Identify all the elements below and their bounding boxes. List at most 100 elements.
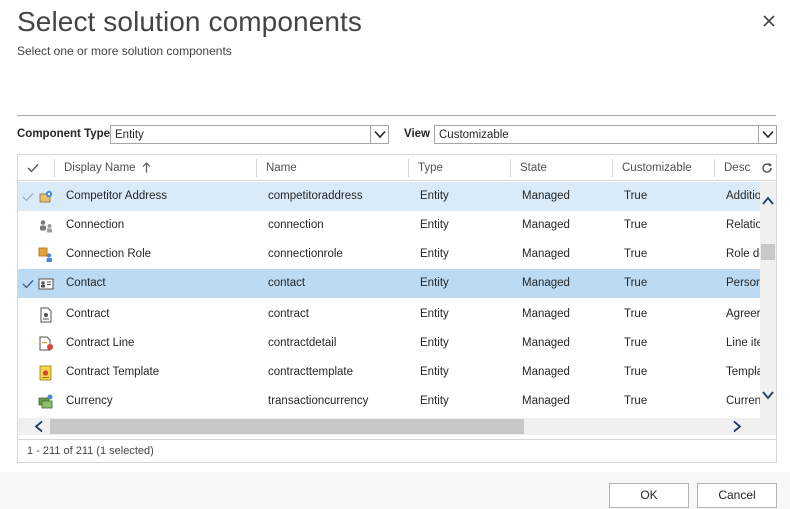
contract-template-icon: [39, 365, 52, 381]
select-all-checkbox[interactable]: [21, 155, 51, 181]
table-row[interactable]: Connection connection Entity Managed True Rel…: [18, 211, 760, 240]
cell-display-name: Competitor Address: [66, 190, 167, 202]
cell-type: Entity: [420, 190, 449, 202]
table-row[interactable]: Connection Role connectionrole Entity Manag…: [18, 240, 760, 269]
contract-line-icon: [39, 336, 53, 351]
ok-button[interactable]: OK: [609, 483, 689, 508]
component-type-value: Entity: [115, 129, 144, 141]
vertical-scroll-thumb[interactable]: [761, 244, 775, 260]
chevron-left-icon: [34, 420, 43, 433]
cell-description: Person: [726, 277, 760, 289]
cell-name: contractdetail: [268, 337, 337, 349]
component-type-select[interactable]: Entity: [110, 125, 389, 144]
dialog-subtitle: Select one or more solution components: [17, 44, 232, 58]
grid-record-count: 1 - 211 of 211 (1 selected): [18, 439, 776, 463]
scroll-down-button[interactable]: [761, 388, 775, 402]
row-checkbox[interactable]: [22, 191, 34, 203]
cell-description: Agreer: [726, 308, 760, 320]
row-checkbox[interactable]: [22, 278, 34, 290]
cell-type: Entity: [420, 277, 449, 289]
column-header-description[interactable]: Desc: [715, 155, 759, 181]
cell-display-name: Contact: [66, 277, 106, 289]
scroll-right-button[interactable]: [730, 419, 744, 434]
checkmark-icon: [27, 164, 39, 173]
cell-state: Managed: [522, 395, 570, 407]
cell-state: Managed: [522, 219, 570, 231]
cell-name: transactioncurrency: [268, 395, 369, 407]
table-row[interactable]: Contract contract Entity Managed True Agreer: [18, 300, 760, 329]
cell-customizable: True: [624, 277, 648, 289]
cell-customizable: True: [624, 337, 648, 349]
cell-display-name: Contract: [66, 308, 110, 320]
component-type-dropdown-toggle[interactable]: [370, 126, 388, 143]
table-row[interactable]: Competitor Address competitoraddress Entit…: [18, 182, 760, 211]
components-grid: Display Name Name Type State Customizabl…: [17, 154, 777, 463]
view-label: View: [404, 128, 430, 140]
refresh-icon: [762, 163, 772, 173]
cell-description: Role de: [726, 248, 760, 260]
sort-ascending-icon: [142, 162, 151, 173]
row-checkbox[interactable]: [22, 338, 34, 350]
column-header-type[interactable]: Type: [409, 155, 509, 181]
scrollbar-corner: [760, 418, 776, 435]
view-select[interactable]: Customizable: [434, 125, 777, 144]
contact-icon: [38, 278, 54, 290]
column-header-display-name-label: Display Name: [64, 162, 136, 174]
cell-customizable: True: [624, 190, 648, 202]
connection-icon: [40, 220, 52, 233]
vertical-scrollbar[interactable]: [760, 182, 776, 418]
table-row[interactable]: Currency transactioncurrency Entity Managed…: [18, 387, 760, 416]
component-type-label: Component Type: [17, 128, 111, 140]
competitor-address-icon: [39, 190, 53, 203]
chevron-down-icon: [761, 130, 774, 139]
header-separator: [17, 115, 776, 116]
chevron-down-icon: [762, 391, 774, 400]
view-dropdown-toggle[interactable]: [758, 126, 776, 143]
grid-header: Display Name Name Type State Customizabl…: [18, 155, 776, 181]
cell-name: connectionrole: [268, 248, 343, 260]
connection-role-icon: [38, 247, 52, 262]
column-header-display-name[interactable]: Display Name: [55, 155, 255, 181]
cell-name: contracttemplate: [268, 366, 354, 378]
cell-type: Entity: [420, 337, 449, 349]
column-header-state[interactable]: State: [511, 155, 611, 181]
table-row[interactable]: Contract Line contractdetail Entity Managed…: [18, 329, 760, 358]
scroll-up-button[interactable]: [761, 194, 775, 208]
horizontal-scroll-thumb[interactable]: [50, 419, 524, 434]
cell-name: connection: [268, 219, 324, 231]
cell-description: Additio: [726, 190, 760, 202]
close-button[interactable]: [760, 12, 778, 30]
scroll-left-button[interactable]: [32, 419, 46, 434]
cell-name: contract: [268, 308, 309, 320]
cancel-button[interactable]: Cancel: [697, 483, 777, 508]
cell-type: Entity: [420, 366, 449, 378]
row-checkbox[interactable]: [22, 309, 34, 321]
horizontal-scrollbar[interactable]: [18, 418, 760, 435]
row-checkbox[interactable]: [22, 220, 34, 232]
view-value: Customizable: [439, 129, 509, 141]
row-checkbox[interactable]: [22, 249, 34, 261]
table-row[interactable]: Contact contact Entity Managed True Person: [18, 269, 760, 298]
close-icon: [763, 15, 775, 27]
grid-rows: Competitor Address competitoraddress Entit…: [18, 182, 760, 418]
cell-description: Relatio: [726, 219, 760, 231]
row-checkbox[interactable]: [22, 367, 34, 379]
chevron-right-icon: [733, 420, 742, 433]
cell-name: competitoraddress: [268, 190, 363, 202]
cell-display-name: Contract Line: [66, 337, 135, 349]
column-header-customizable[interactable]: Customizable: [613, 155, 713, 181]
cell-type: Entity: [420, 219, 449, 231]
cell-type: Entity: [420, 308, 449, 320]
cell-state: Managed: [522, 248, 570, 260]
column-header-name[interactable]: Name: [257, 155, 407, 181]
row-checkbox[interactable]: [22, 396, 34, 408]
cell-customizable: True: [624, 366, 648, 378]
cell-state: Managed: [522, 277, 570, 289]
cell-customizable: True: [624, 219, 648, 231]
table-row[interactable]: Contract Template contracttemplate Entity M…: [18, 358, 760, 387]
cell-customizable: True: [624, 248, 648, 260]
cell-description: Templa: [726, 366, 760, 378]
refresh-button[interactable]: [761, 160, 775, 176]
cell-state: Managed: [522, 308, 570, 320]
cell-state: Managed: [522, 337, 570, 349]
